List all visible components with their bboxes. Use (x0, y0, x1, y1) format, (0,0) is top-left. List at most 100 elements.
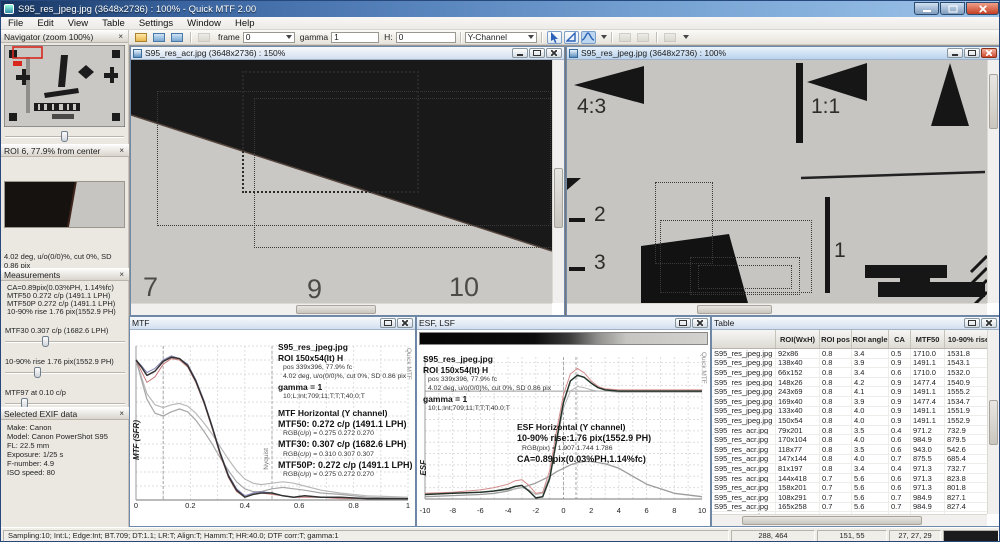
curve-tool-button[interactable] (581, 31, 596, 44)
app-title-bar[interactable]: S95_res_jpeg.jpg (3648x2736) : 100% - Qu… (1, 1, 1000, 17)
slider-thumb[interactable] (34, 367, 41, 378)
horizontal-scrollbar[interactable] (567, 303, 987, 315)
navigator-thumbnail[interactable] (4, 45, 125, 127)
table-row[interactable]: S95_res_acr.jpg81x1970.83.40.4971.3732.7… (712, 464, 987, 474)
open-image-icon[interactable] (153, 33, 165, 42)
table-header-cell[interactable]: ROI(WxH) (776, 330, 820, 348)
chevron-down-icon[interactable] (683, 35, 689, 39)
open-file-icon[interactable] (135, 33, 147, 42)
table-row[interactable]: S95_res_jpeg.jpg92x860.83.40.51710.01531… (712, 349, 987, 359)
table-header-row[interactable]: ROI(WxH)ROI posROI angleCAMTF5010-90% ri… (712, 330, 987, 349)
scrollbar-thumb[interactable] (989, 400, 998, 445)
image-canvas-jpeg[interactable]: 4:3 1:1 2 3 1 (567, 60, 987, 303)
scrollbar-thumb[interactable] (554, 168, 563, 228)
vertical-scrollbar[interactable] (552, 60, 564, 303)
table-window[interactable]: Table ROI(WxH)ROI posROI angleCAMTF5010-… (711, 316, 1000, 527)
window-minimize-button[interactable] (512, 48, 528, 58)
minimize-button[interactable] (914, 2, 939, 15)
menu-table[interactable]: Table (95, 17, 132, 29)
esf-window[interactable]: ESF, LSF -10-8-6-4-20246810 ESF Quick MT… (416, 316, 711, 527)
table-row[interactable]: S95_res_acr.jpg79x2010.83.50.4971.2732.9… (712, 426, 987, 436)
table-row[interactable]: S95_res_jpeg.jpg243x690.84.10.91491.1155… (712, 387, 987, 397)
window-maximize-button[interactable] (529, 48, 545, 58)
table-header-cell[interactable]: 10-90% rise (945, 330, 987, 348)
image-window-jpeg[interactable]: S95_res_jpeg.jpg (3648x2736) : 100% (566, 46, 1000, 316)
table-row[interactable]: S95_res_acr.jpg144x4180.75.60.6971.3823.… (712, 474, 987, 484)
measurement-slider[interactable] (5, 336, 125, 348)
close-icon[interactable]: × (117, 270, 126, 279)
menu-file[interactable]: File (1, 17, 30, 29)
image-canvas-acr[interactable]: 7 9 10 (131, 60, 552, 303)
scrollbar-thumb[interactable] (296, 305, 376, 314)
mtf-window[interactable]: MTF 00.20.40.60.81 MTF (SFR) Nyquist Qui… (129, 316, 416, 527)
vertical-scrollbar[interactable] (987, 330, 999, 514)
table-window-titlebar[interactable]: Table (712, 317, 999, 330)
horizontal-scrollbar[interactable] (712, 514, 987, 526)
image-window-acr[interactable]: S95_res_acr.jpg (3648x2736) : 150% 7 (130, 46, 565, 316)
window-maximize-button[interactable] (675, 318, 691, 328)
horizontal-scrollbar[interactable] (131, 303, 552, 315)
table-header-cell[interactable] (712, 330, 776, 348)
table-row[interactable]: S95_res_jpeg.jpg150x540.84.00.91491.1155… (712, 416, 987, 426)
frame-select[interactable]: 0 (243, 32, 295, 43)
roi-rectangle[interactable] (698, 265, 792, 289)
window-maximize-button[interactable] (964, 318, 980, 328)
menu-edit[interactable]: Edit (30, 17, 60, 29)
edge-roi-tool-button[interactable] (564, 31, 579, 44)
mtf-window-titlebar[interactable]: MTF (130, 317, 415, 330)
table-row[interactable]: S95_res_acr.jpg170x1040.84.00.6984.9879.… (712, 435, 987, 445)
results-table[interactable]: ROI(WxH)ROI posROI angleCAMTF5010-90% ri… (712, 330, 987, 514)
scrollbar-thumb[interactable] (697, 305, 772, 314)
close-icon[interactable]: × (117, 409, 126, 418)
esf-window-titlebar[interactable]: ESF, LSF (417, 317, 710, 330)
close-icon[interactable]: × (116, 32, 125, 41)
menu-view[interactable]: View (61, 17, 95, 29)
window-close-button[interactable] (397, 318, 413, 328)
table-row[interactable]: S95_res_jpeg.jpg169x400.83.90.91477.4153… (712, 397, 987, 407)
report-icon (637, 33, 649, 42)
window-minimize-button[interactable] (947, 48, 963, 58)
close-button[interactable] (966, 2, 999, 15)
cursor-tool-button[interactable] (547, 31, 562, 44)
zoom-slider-thumb[interactable] (61, 131, 68, 142)
table-header-cell[interactable]: ROI angle (852, 330, 889, 348)
duplicate-window-icon[interactable] (171, 33, 183, 42)
menu-window[interactable]: Window (180, 17, 228, 29)
table-row[interactable]: S95_res_acr.jpg108x2910.75.60.7984.9827.… (712, 493, 987, 503)
image-window-acr-titlebar[interactable]: S95_res_acr.jpg (3648x2736) : 150% (131, 47, 564, 60)
table-row[interactable]: S95_res_jpeg.jpg138x400.83.90.91491.1154… (712, 359, 987, 369)
menu-help[interactable]: Help (228, 17, 262, 29)
window-maximize-button[interactable] (964, 48, 980, 58)
maximize-button[interactable] (940, 2, 965, 15)
table-row[interactable]: S95_res_jpeg.jpg148x260.84.20.91477.4154… (712, 378, 987, 388)
window-close-button[interactable] (546, 48, 562, 58)
window-close-button[interactable] (981, 318, 997, 328)
image-window-jpeg-titlebar[interactable]: S95_res_jpeg.jpg (3648x2736) : 100% (567, 47, 999, 60)
zoom-slider[interactable] (5, 131, 124, 143)
table-row[interactable]: S95_res_jpeg.jpg133x400.84.00.91491.1155… (712, 407, 987, 417)
vertical-scrollbar[interactable] (987, 60, 999, 303)
table-row[interactable]: S95_res_acr.jpg158x2010.75.60.6971.3801.… (712, 483, 987, 493)
h-input[interactable]: 0 (396, 32, 456, 43)
table-row[interactable]: S95_res_jpeg.jpg66x1520.83.40.61710.0153… (712, 368, 987, 378)
table-rows[interactable]: S95_res_jpeg.jpg92x860.83.40.51710.01531… (712, 349, 987, 514)
table-header-cell[interactable]: MTF50 (911, 330, 945, 348)
window-maximize-button[interactable] (380, 318, 396, 328)
slider-thumb[interactable] (42, 336, 49, 347)
table-row[interactable]: S95_res_acr.jpg165x2580.75.60.7984.9827.… (712, 503, 987, 513)
table-header-cell[interactable]: CA (889, 330, 911, 348)
table-header-cell[interactable]: ROI pos (820, 330, 852, 348)
roi-rectangle-selected[interactable] (242, 71, 419, 193)
scrollbar-thumb[interactable] (989, 74, 998, 129)
window-close-button[interactable] (692, 318, 708, 328)
gamma-input[interactable]: 1 (331, 32, 379, 43)
menu-settings[interactable]: Settings (132, 17, 180, 29)
window-close-button[interactable] (981, 48, 997, 58)
measurement-slider[interactable] (5, 367, 125, 379)
table-row[interactable]: S95_res_acr.jpg118x770.83.50.6943.0542.6… (712, 445, 987, 455)
table-row[interactable]: S95_res_acr.jpg147x1440.84.00.7875.5685.… (712, 455, 987, 465)
scrollbar-thumb[interactable] (742, 516, 922, 525)
channel-select[interactable]: Y-Channel (465, 32, 537, 43)
close-icon[interactable]: × (117, 146, 126, 155)
chevron-down-icon[interactable] (601, 35, 607, 39)
